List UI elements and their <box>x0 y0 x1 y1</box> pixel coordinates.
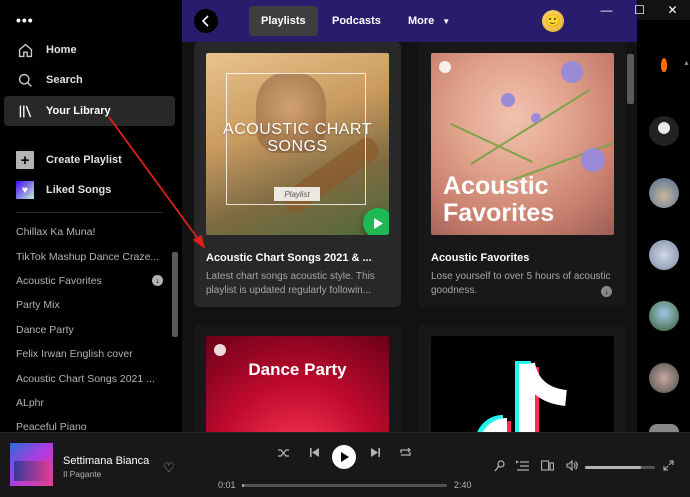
cover-title: Acoustic Favorites <box>443 172 555 227</box>
cover-art: Acoustic Favorites <box>431 53 614 235</box>
plus-icon: + <box>16 151 34 169</box>
friend-avatar[interactable] <box>649 363 679 393</box>
cover-art: Dance Party <box>206 336 389 432</box>
progress-bar[interactable] <box>242 484 447 487</box>
scroll-up-icon[interactable]: ▲ <box>683 60 690 67</box>
avatar[interactable]: 🙂 <box>542 10 564 32</box>
tiktok-logo-icon <box>477 361 568 432</box>
sidebar-divider <box>16 212 163 213</box>
list-item[interactable]: Party Mix <box>0 293 172 317</box>
back-button[interactable] <box>194 9 218 33</box>
nav-search-label: Search <box>46 74 83 86</box>
list-item[interactable]: Acoustic Favorites ↓ <box>0 269 172 293</box>
fullscreen-icon[interactable] <box>663 460 674 474</box>
play-icon <box>374 217 383 229</box>
previous-icon[interactable] <box>309 447 320 461</box>
play-icon <box>340 452 349 462</box>
friend-activity-panel: ▲ <box>637 20 690 432</box>
volume-slider[interactable] <box>585 466 655 469</box>
playlist-card-acoustic-chart-songs[interactable]: ACOUSTIC CHART SONGS Playlist Acoustic C… <box>194 42 401 307</box>
play-button[interactable] <box>363 208 389 235</box>
minimize-button[interactable]: — <box>590 0 623 20</box>
create-playlist-button[interactable]: + Create Playlist <box>4 145 175 175</box>
cover-tag: Playlist <box>274 187 320 201</box>
chevron-left-icon <box>201 15 209 27</box>
list-item[interactable]: Dance Party <box>0 318 172 342</box>
cover-art <box>431 336 614 432</box>
top-bar: Playlists Podcasts More ▼ 🙂 <box>182 0 637 42</box>
friend-avatar[interactable] <box>649 116 679 146</box>
playlist-card-acoustic-favorites[interactable]: Acoustic Favorites Acoustic Favorites Lo… <box>419 42 626 307</box>
nav-home[interactable]: Home <box>4 35 175 65</box>
nav-your-library-label: Your Library <box>46 105 111 117</box>
list-item[interactable]: TikTok Mashup Dance Craze... <box>0 244 172 268</box>
elapsed-time: 0:01 <box>218 480 236 490</box>
friend-avatar[interactable] <box>661 58 667 72</box>
spotify-logo-icon <box>439 61 451 73</box>
tab-more[interactable]: More ▼ <box>396 6 462 36</box>
sidebar-scrollbar[interactable] <box>172 252 178 337</box>
queue-icon[interactable] <box>516 460 529 474</box>
microphone-icon[interactable] <box>494 460 505 475</box>
spotify-logo-icon <box>214 344 226 356</box>
downloaded-icon: ↓ <box>601 286 612 297</box>
player-bar: Settimana Bianca Il Pagante ♡ 0:01 2:40 <box>0 432 690 497</box>
friend-avatar[interactable] <box>649 240 679 270</box>
friend-avatar[interactable] <box>649 301 679 331</box>
create-playlist-label: Create Playlist <box>46 154 122 166</box>
tab-playlists[interactable]: Playlists <box>249 6 318 36</box>
playlist-list: Chillax Ka Muna! TikTok Mashup Dance Cra… <box>0 220 172 440</box>
nav-home-label: Home <box>46 44 77 56</box>
shuffle-icon[interactable] <box>277 447 290 462</box>
list-item[interactable]: ALphr <box>0 391 172 415</box>
library-icon <box>16 102 34 120</box>
main-content: ACOUSTIC CHART SONGS Playlist Acoustic C… <box>182 42 637 432</box>
progress-fill <box>242 484 245 487</box>
main-scrollbar[interactable] <box>627 54 634 104</box>
friend-avatar[interactable] <box>649 424 679 432</box>
card-title[interactable]: Acoustic Chart Songs 2021 & ... <box>206 252 389 264</box>
maximize-button[interactable]: ☐ <box>623 0 656 20</box>
list-item-label: Acoustic Favorites <box>16 274 102 287</box>
duration-time: 2:40 <box>454 480 472 490</box>
cover-title: Dance Party <box>248 360 347 379</box>
now-playing-artist[interactable]: Il Pagante <box>63 469 101 479</box>
nav-search[interactable]: Search <box>4 65 175 95</box>
playlist-card-dance-party[interactable]: Dance Party <box>194 325 401 432</box>
home-icon <box>16 41 34 59</box>
friend-avatar[interactable] <box>649 178 679 208</box>
tab-more-label: More <box>408 15 435 27</box>
list-item[interactable]: Felix Irwan English cover <box>0 342 172 366</box>
tab-podcasts[interactable]: Podcasts <box>320 6 393 36</box>
playlist-card-tiktok[interactable] <box>419 325 626 432</box>
sidebar: ••• Home Search Your Library + Create Pl… <box>0 0 182 433</box>
card-description: Latest chart songs acoustic style. This … <box>206 271 375 296</box>
heart-icon: ♥ <box>16 181 34 199</box>
nav-your-library[interactable]: Your Library <box>4 96 175 126</box>
card-description: Lose yourself to over 5 hours of acousti… <box>431 271 611 296</box>
cover-title: ACOUSTIC CHART SONGS <box>223 121 372 155</box>
window-controls: — ☐ ✕ <box>590 0 690 20</box>
like-heart-icon[interactable]: ♡ <box>163 460 175 476</box>
now-playing-title[interactable]: Settimana Bianca <box>63 455 149 467</box>
close-button[interactable]: ✕ <box>656 0 689 20</box>
volume-icon[interactable] <box>566 459 579 474</box>
liked-songs-label: Liked Songs <box>46 184 112 196</box>
caret-down-icon: ▼ <box>442 16 451 26</box>
downloaded-icon: ↓ <box>152 275 163 287</box>
list-item[interactable]: Chillax Ka Muna! <box>0 220 172 244</box>
next-icon[interactable] <box>370 447 381 461</box>
connect-device-icon[interactable] <box>541 460 555 475</box>
play-button[interactable] <box>332 445 356 469</box>
now-playing-cover[interactable] <box>10 443 53 486</box>
card-title[interactable]: Acoustic Favorites <box>431 252 614 264</box>
volume-fill <box>585 466 641 469</box>
cover-art: ACOUSTIC CHART SONGS Playlist <box>206 53 389 235</box>
list-item[interactable]: Acoustic Chart Songs 2021 ... <box>0 366 172 390</box>
repeat-icon[interactable] <box>399 447 412 461</box>
menu-dots-icon[interactable]: ••• <box>16 12 34 28</box>
search-icon <box>16 71 34 89</box>
liked-songs-button[interactable]: ♥ Liked Songs <box>4 175 175 205</box>
